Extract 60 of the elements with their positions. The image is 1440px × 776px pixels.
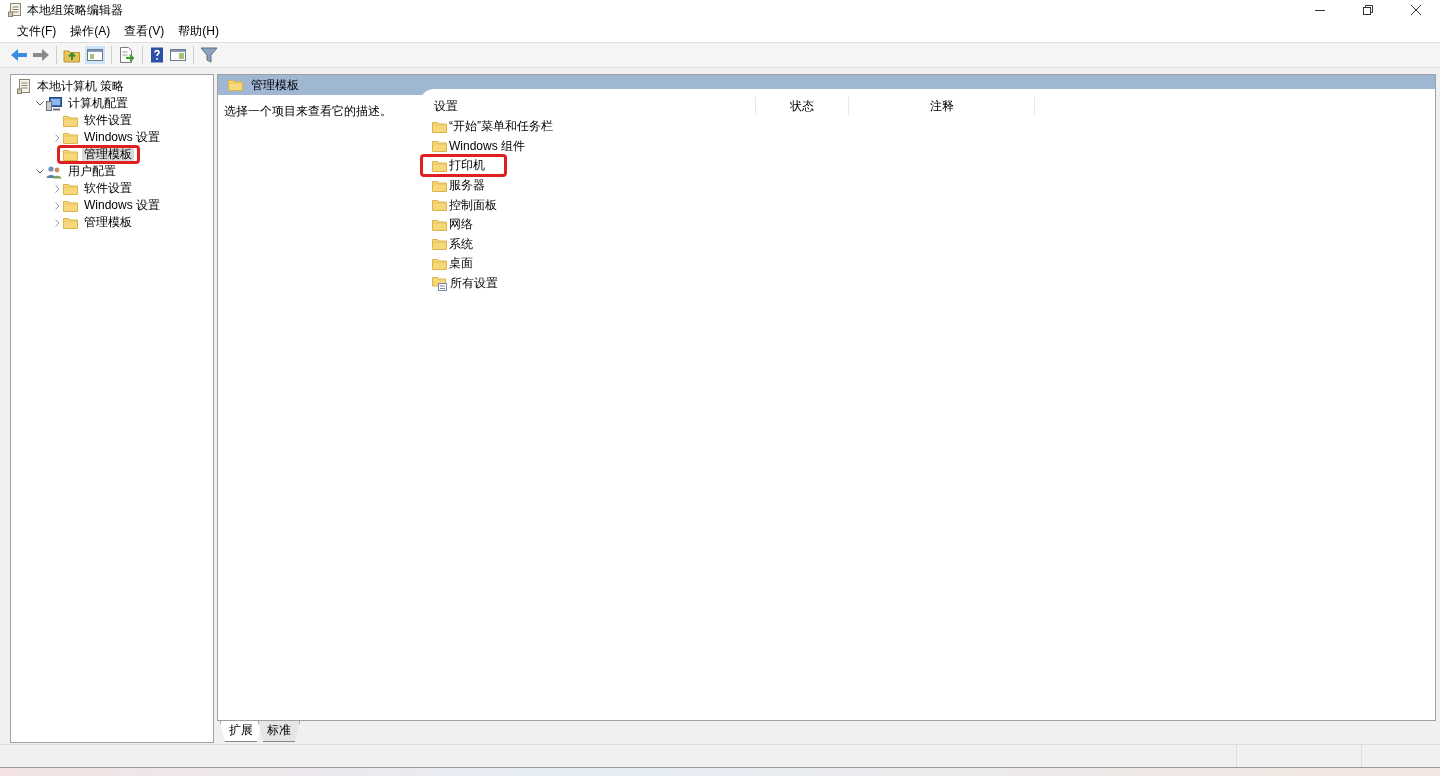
tree-item[interactable]: 用户配置: [66, 164, 118, 179]
list-item[interactable]: 网络: [449, 216, 473, 234]
list-item[interactable]: 桌面: [449, 255, 473, 273]
help-icon[interactable]: [149, 47, 165, 63]
folder-icon: [63, 148, 78, 161]
folder-icon: [432, 160, 447, 172]
export-icon[interactable]: [118, 47, 136, 63]
list-item[interactable]: “开始”菜单和任务栏: [449, 118, 553, 136]
folder-icon: [432, 120, 447, 133]
folder-icon: [63, 199, 78, 212]
forward-icon[interactable]: [32, 47, 50, 63]
folder-icon: [432, 179, 447, 192]
window-title: 本地组策略编辑器: [27, 1, 124, 19]
folder-icon: [432, 257, 447, 270]
list-item[interactable]: 打印机: [449, 157, 485, 175]
folder-up-icon[interactable]: [63, 47, 81, 63]
column-header[interactable]: 设置: [420, 97, 756, 115]
tree-item[interactable]: 软件设置: [82, 113, 134, 128]
list-item[interactable]: 所有设置: [450, 275, 498, 293]
list-item[interactable]: 控制面板: [449, 196, 497, 214]
restore-icon[interactable]: [1363, 5, 1373, 15]
folder-icon: [63, 131, 78, 144]
menu-item[interactable]: 文件(F): [10, 22, 64, 40]
list-item[interactable]: 系统: [449, 235, 473, 253]
description-text: 选择一个项目来查看它的描述。: [223, 103, 393, 120]
document-icon: [17, 79, 31, 94]
folder-icon: [63, 114, 78, 127]
back-icon[interactable]: [10, 47, 28, 63]
menu-item[interactable]: 帮助(H): [171, 22, 226, 40]
tree-item[interactable]: Windows 设置: [82, 198, 162, 213]
folder-icon: [228, 79, 243, 91]
view-tab[interactable]: 扩展: [220, 721, 262, 742]
tree-item[interactable]: 管理模板: [82, 215, 134, 230]
filter-icon[interactable]: [200, 47, 218, 63]
tree-item[interactable]: 计算机配置: [66, 96, 130, 111]
settings-icon: [432, 276, 448, 292]
view-tab[interactable]: 标准: [258, 721, 300, 742]
tree-item[interactable]: 软件设置: [82, 181, 134, 196]
users-icon: [46, 164, 62, 179]
document-icon: [8, 3, 21, 17]
tree-item[interactable]: 本地计算机 策略: [35, 79, 127, 94]
folder-icon: [432, 238, 447, 251]
close-icon[interactable]: [1411, 5, 1421, 15]
tree-item[interactable]: 管理模板: [82, 147, 134, 162]
list-item[interactable]: 服务器: [449, 177, 485, 195]
menu-item[interactable]: 操作(A): [63, 22, 118, 40]
computer-icon: [46, 96, 62, 111]
folder-icon: [432, 199, 447, 212]
folder-icon: [63, 216, 78, 229]
pane-title: 管理模板: [251, 76, 299, 94]
column-header[interactable]: 状态: [756, 97, 849, 115]
tree-item[interactable]: Windows 设置: [82, 130, 162, 145]
folder-icon: [432, 140, 447, 153]
folder-icon: [63, 182, 78, 195]
folder-icon: [432, 218, 447, 231]
menu-item[interactable]: 查看(V): [117, 22, 172, 40]
list-item[interactable]: Windows 组件: [449, 137, 525, 155]
panel-icon[interactable]: [85, 46, 105, 64]
panel-icon[interactable]: [169, 47, 187, 63]
column-header[interactable]: 注释: [849, 97, 1035, 115]
